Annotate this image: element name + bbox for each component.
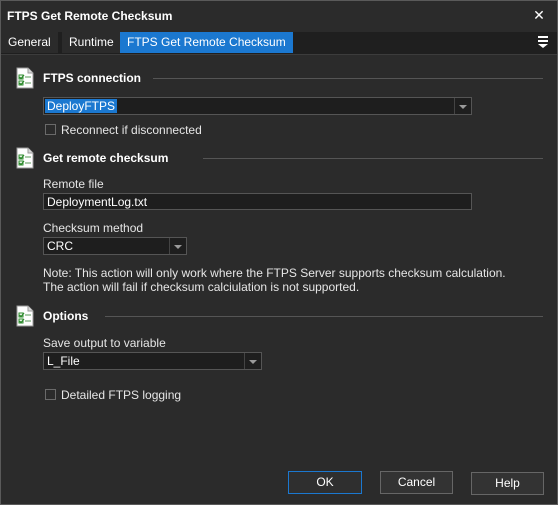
checklist-icon (16, 67, 34, 89)
checksum-method-label: Checksum method (43, 221, 144, 235)
section-title-get-remote-checksum: Get remote checksum (43, 151, 169, 165)
dialog-window: FTPS Get Remote Checksum ✕ General Runti… (0, 0, 558, 505)
tab-bar: General Runtime FTPS Get Remote Checksum (1, 32, 557, 55)
reconnect-label: Reconnect if disconnected (61, 123, 202, 137)
section-divider (153, 78, 543, 79)
cancel-button[interactable]: Cancel (380, 471, 453, 494)
detailed-logging-label: Detailed FTPS logging (61, 388, 182, 402)
checklist-icon (16, 147, 34, 169)
help-button[interactable]: Help (471, 472, 544, 495)
save-output-variable-select[interactable]: L_File (43, 352, 262, 370)
reconnect-checkbox[interactable] (45, 124, 56, 135)
ftps-connection-select[interactable]: DeployFTPS (43, 97, 472, 115)
remote-file-label: Remote file (43, 177, 104, 191)
chevron-down-icon[interactable] (454, 98, 471, 114)
section-title-ftps-connection: FTPS connection (43, 71, 142, 85)
remote-file-input[interactable]: DeploymentLog.txt (43, 193, 472, 210)
ftps-connection-value: DeployFTPS (45, 99, 118, 113)
checksum-note-line-2: The action will fail if checksum calciul… (43, 280, 360, 294)
checklist-icon (16, 305, 34, 327)
tab-general[interactable]: General (1, 32, 59, 53)
section-divider (203, 158, 543, 159)
chevron-down-icon[interactable] (169, 238, 186, 254)
chevron-down-icon[interactable] (244, 353, 261, 369)
detailed-logging-checkbox[interactable] (45, 389, 56, 400)
checksum-method-select[interactable]: CRC (43, 237, 187, 255)
tab-ftps-get-remote-checksum[interactable]: FTPS Get Remote Checksum (120, 32, 294, 53)
tab-runtime[interactable]: Runtime (62, 32, 122, 53)
checksum-method-value: CRC (47, 239, 73, 253)
title-bar: FTPS Get Remote Checksum ✕ (1, 1, 557, 31)
window-title: FTPS Get Remote Checksum (7, 9, 173, 23)
ok-button[interactable]: OK (288, 471, 362, 494)
save-output-variable-value: L_File (47, 354, 80, 368)
save-output-label: Save output to variable (43, 336, 166, 350)
checksum-note-line-1: Note: This action will only work where t… (43, 266, 506, 280)
section-title-options: Options (43, 309, 89, 323)
close-icon[interactable]: ✕ (531, 7, 547, 23)
section-divider (105, 316, 543, 317)
tab-menu-icon[interactable] (537, 36, 549, 48)
